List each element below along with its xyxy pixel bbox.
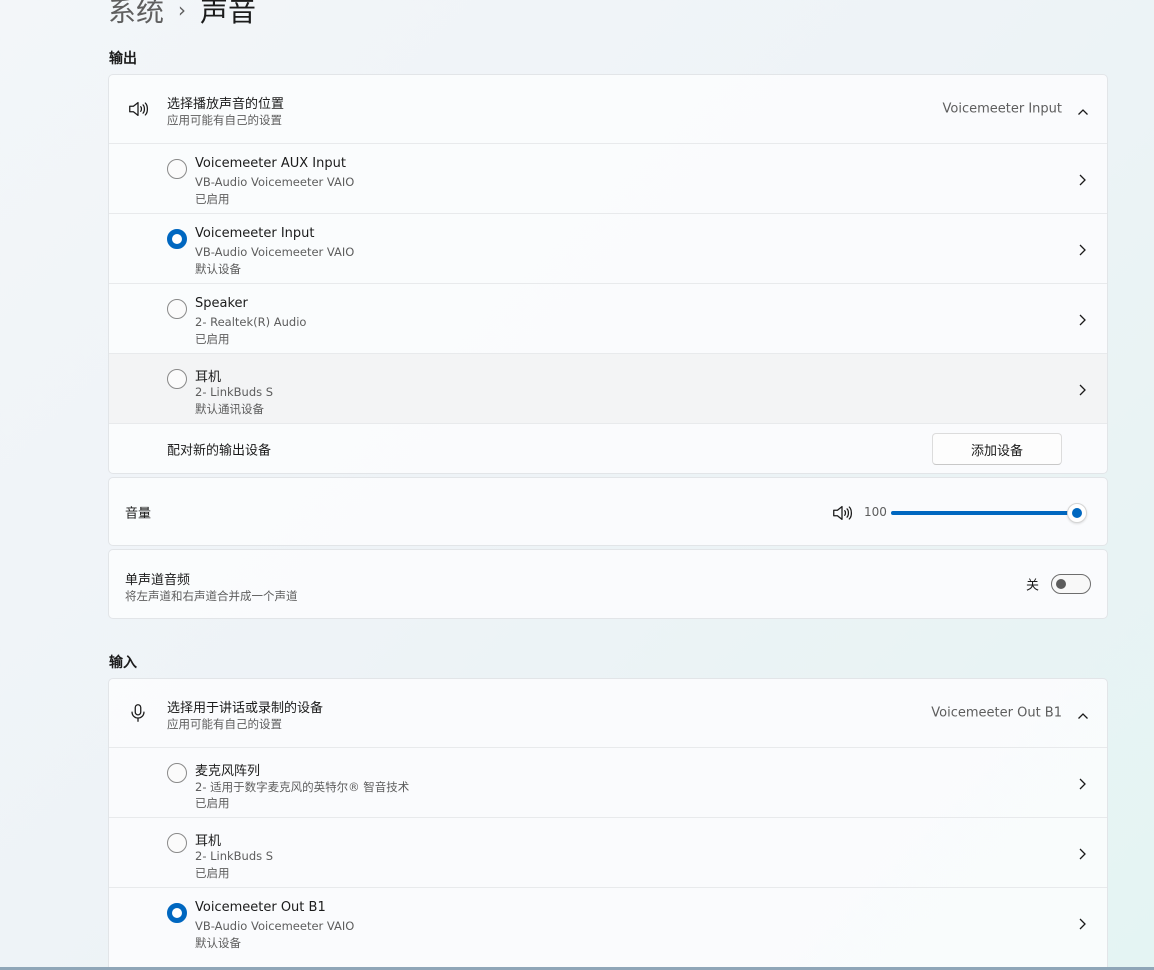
device-radio[interactable] (167, 159, 187, 179)
device-status: 默认设备 (195, 262, 241, 276)
input-device-header[interactable]: 选择用于讲话或录制的设备 应用可能有自己的设置 Voicemeeter Out … (109, 679, 1107, 748)
device-radio[interactable] (167, 299, 187, 319)
device-driver: 2- LinkBuds S (195, 385, 274, 399)
device-status: 默认设备 (195, 936, 241, 950)
mono-audio-card: 单声道音频 将左声道和右声道合并成一个声道 关 (108, 549, 1108, 619)
device-radio[interactable] (167, 763, 187, 783)
mono-audio-toggle[interactable] (1051, 574, 1091, 594)
breadcrumb-system[interactable]: 系统 (108, 0, 164, 30)
device-name: 耳机 (195, 370, 222, 385)
chevron-right-icon[interactable] (1077, 916, 1087, 930)
device-name: 麦克风阵列 (195, 764, 261, 779)
output-device-item[interactable]: Voicemeeter AUX Input VB-Audio Voicemeet… (109, 144, 1107, 214)
output-selected-device: Voicemeeter Input (942, 101, 1063, 117)
output-header-subtitle: 应用可能有自己的设置 (167, 113, 282, 127)
input-device-item[interactable]: Voicemeeter Out B1 VB-Audio Voicemeeter … (109, 888, 1107, 958)
device-radio[interactable] (167, 833, 187, 853)
output-device-item[interactable]: Voicemeeter Input VB-Audio Voicemeeter V… (109, 214, 1107, 284)
input-device-item[interactable]: 耳机 2- LinkBuds S 已启用 (109, 818, 1107, 888)
chevron-right-icon[interactable] (1077, 382, 1087, 396)
device-driver: 2- LinkBuds S (195, 849, 274, 863)
device-name: Voicemeeter Input (195, 226, 315, 241)
chevron-right-icon[interactable] (1077, 312, 1087, 326)
breadcrumb-separator-icon: › (178, 0, 187, 22)
device-driver: 2- Realtek(R) Audio (195, 315, 307, 329)
chevron-right-icon[interactable] (1077, 846, 1087, 860)
page-title: 声音 (200, 0, 257, 28)
device-status: 默认通讯设备 (195, 402, 264, 416)
input-section-label: 输入 (109, 655, 137, 671)
output-header-title: 选择播放声音的位置 (167, 97, 285, 112)
output-section-label: 输出 (109, 51, 137, 67)
volume-label: 音量 (125, 506, 152, 521)
device-name: Voicemeeter AUX Input (195, 156, 346, 171)
mono-toggle-state: 关 (1025, 578, 1039, 594)
input-selected-device: Voicemeeter Out B1 (931, 705, 1062, 721)
volume-value: 100 (864, 505, 887, 519)
mono-audio-title: 单声道音频 (125, 573, 191, 588)
toggle-knob (1056, 579, 1066, 589)
device-radio[interactable] (167, 369, 187, 389)
device-status: 已启用 (195, 192, 230, 206)
output-device-item[interactable]: 耳机 2- LinkBuds S 默认通讯设备 (109, 354, 1107, 424)
input-header-subtitle: 应用可能有自己的设置 (167, 717, 282, 731)
output-card: 选择播放声音的位置 应用可能有自己的设置 Voicemeeter Input V… (108, 74, 1108, 474)
device-status: 已启用 (195, 796, 230, 810)
chevron-up-icon[interactable] (1077, 103, 1089, 115)
output-device-item[interactable]: Speaker 2- Realtek(R) Audio 已启用 (109, 284, 1107, 354)
input-header-title: 选择用于讲话或录制的设备 (167, 701, 324, 716)
volume-slider-track (891, 511, 1077, 515)
pair-output-row: 配对新的输出设备 添加设备 (109, 424, 1107, 473)
chevron-right-icon[interactable] (1077, 172, 1087, 186)
device-driver: 2- 适用于数字麦克风的英特尔® 智音技术 (195, 780, 410, 794)
device-radio[interactable] (167, 903, 187, 923)
chevron-right-icon[interactable] (1077, 242, 1087, 256)
device-driver: VB-Audio Voicemeeter VAIO (195, 919, 355, 933)
input-device-item[interactable]: 麦克风阵列 2- 适用于数字麦克风的英特尔® 智音技术 已启用 (109, 748, 1107, 818)
chevron-up-icon[interactable] (1077, 707, 1089, 719)
add-device-button[interactable]: 添加设备 (932, 433, 1062, 465)
device-name: Speaker (195, 296, 248, 311)
breadcrumb: 系统 › 声音 (108, 0, 256, 32)
microphone-icon (127, 702, 149, 724)
pair-output-label: 配对新的输出设备 (167, 443, 272, 459)
device-driver: VB-Audio Voicemeeter VAIO (195, 245, 355, 259)
chevron-right-icon[interactable] (1077, 776, 1087, 790)
mono-audio-subtitle: 将左声道和右声道合并成一个声道 (125, 589, 298, 603)
volume-card: 音量 100 (108, 477, 1108, 546)
speaker-icon (127, 98, 149, 120)
volume-slider-thumb[interactable] (1067, 503, 1087, 523)
device-driver: VB-Audio Voicemeeter VAIO (195, 175, 355, 189)
input-card: 选择用于讲话或录制的设备 应用可能有自己的设置 Voicemeeter Out … (108, 678, 1108, 970)
device-status: 已启用 (195, 866, 230, 880)
device-radio[interactable] (167, 229, 187, 249)
volume-slider[interactable] (891, 503, 1087, 523)
output-device-header[interactable]: 选择播放声音的位置 应用可能有自己的设置 Voicemeeter Input (109, 75, 1107, 144)
speaker-icon[interactable] (831, 502, 853, 524)
device-name: 耳机 (195, 834, 222, 849)
device-name: Voicemeeter Out B1 (195, 900, 326, 915)
device-status: 已启用 (195, 332, 230, 346)
